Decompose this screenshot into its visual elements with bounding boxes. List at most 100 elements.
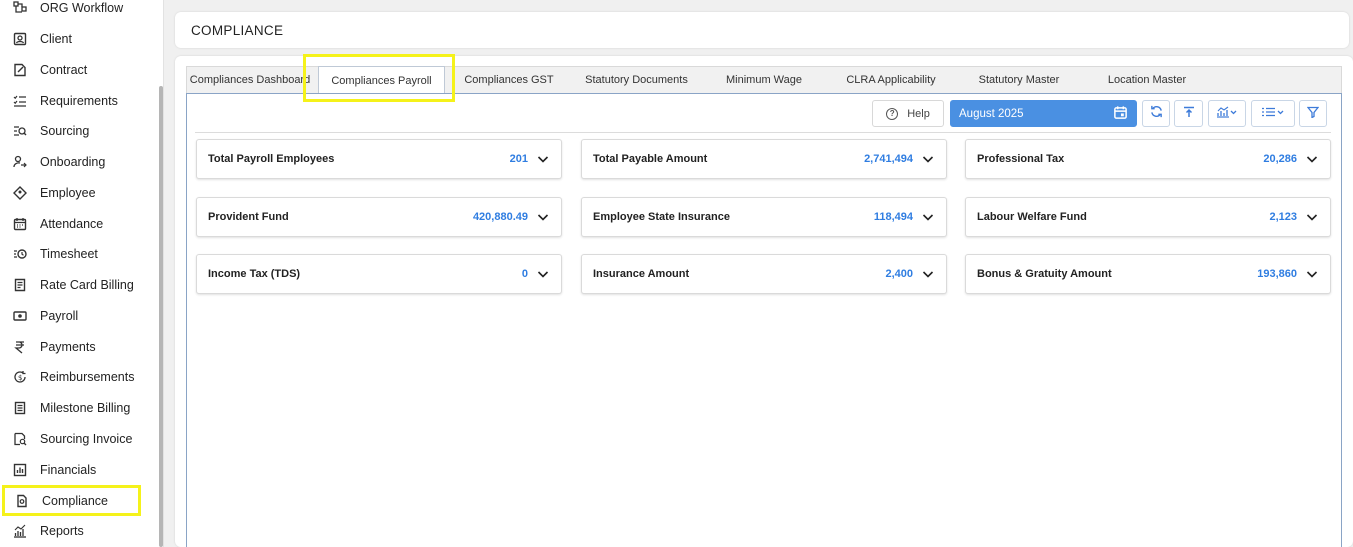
calendar-icon — [1113, 105, 1128, 123]
sourcing-icon — [13, 124, 27, 138]
invoice-icon — [13, 432, 27, 446]
sidebar-item-reports[interactable]: Reports — [0, 517, 160, 545]
contract-icon — [13, 63, 27, 77]
sidebar-item-contract[interactable]: Contract — [0, 56, 160, 84]
sidebar-item-financials[interactable]: Financials — [0, 456, 160, 484]
client-icon — [13, 32, 27, 46]
card-value: 193,860 — [1257, 268, 1297, 280]
sidebar-item-timesheet[interactable]: Timesheet — [0, 240, 160, 268]
sidebar-item-sourcing[interactable]: Sourcing — [0, 117, 160, 145]
tab-label: Location Master — [1107, 74, 1187, 86]
tab-compliances-payroll[interactable]: Compliances Payroll — [318, 66, 445, 94]
card-value: 20,286 — [1263, 153, 1297, 165]
sidebar-item-label: Contract — [40, 63, 88, 77]
period-value: August 2025 — [959, 107, 1024, 120]
list-menu-button[interactable] — [1251, 100, 1295, 127]
chart-icon — [1216, 105, 1238, 123]
card-value: 0 — [521, 268, 528, 280]
tab-compliances-dashboard[interactable]: Compliances Dashboard — [187, 67, 313, 93]
sidebar-item-label: Client — [40, 32, 72, 46]
tab-label: Minimum Wage — [726, 74, 802, 86]
card-provident-fund[interactable]: Provident Fund 420,880.49 — [196, 197, 562, 237]
sidebar-item-label: Employee — [40, 186, 96, 200]
tab-label: Statutory Documents — [585, 74, 688, 86]
tab-label: Statutory Master — [978, 74, 1060, 86]
sidebar-item-payments[interactable]: Payments — [0, 333, 160, 361]
chevron-down-icon — [537, 156, 549, 163]
sidebar-item-label: Financials — [40, 463, 97, 477]
requirements-icon — [13, 94, 27, 108]
sidebar-item-reimbursements[interactable]: $ Reimbursements — [0, 363, 160, 391]
sidebar-item-label: Rate Card Billing — [40, 278, 134, 292]
card-label: Bonus & Gratuity Amount — [977, 268, 1112, 280]
compliance-icon — [15, 494, 29, 508]
card-label: Professional Tax — [977, 153, 1065, 165]
period-picker[interactable]: August 2025 — [950, 100, 1137, 127]
upload-icon — [1183, 105, 1195, 123]
sidebar-item-label: Reports — [40, 524, 84, 538]
payroll-icon — [13, 309, 27, 323]
help-button[interactable]: ? Help — [872, 100, 944, 127]
sidebar-item-label: Payments — [40, 340, 96, 354]
card-label: Income Tax (TDS) — [208, 268, 301, 280]
calendar-icon — [13, 217, 27, 231]
card-professional-tax[interactable]: Professional Tax 20,286 — [965, 139, 1331, 179]
card-value: 118,494 — [873, 211, 913, 223]
sidebar-item-payroll[interactable]: Payroll — [0, 302, 160, 330]
reports-icon — [13, 524, 27, 538]
sidebar-item-label: Onboarding — [40, 155, 106, 169]
list-icon — [1261, 105, 1285, 123]
card-label: Insurance Amount — [593, 268, 690, 280]
card-value: 2,123 — [1269, 211, 1297, 223]
card-label: Employee State Insurance — [593, 211, 730, 223]
sidebar-item-onboarding[interactable]: Onboarding — [0, 148, 160, 176]
tab-statutory-documents[interactable]: Statutory Documents — [575, 67, 698, 93]
onboarding-icon — [13, 155, 27, 169]
sidebar-item-org-workflow[interactable]: ORG Workflow — [0, 0, 160, 22]
tab-compliances-gst[interactable]: Compliances GST — [455, 67, 563, 93]
tab-minimum-wage[interactable]: Minimum Wage — [712, 67, 816, 93]
card-total-payable-amount[interactable]: Total Payable Amount 2,741,494 — [581, 139, 947, 179]
card-value: 2,741,494 — [864, 153, 913, 165]
rate-card-icon — [13, 278, 27, 292]
sidebar-item-label: Milestone Billing — [40, 401, 131, 415]
sidebar-item-label: Compliance — [42, 493, 109, 508]
sidebar-item-label: ORG Workflow — [40, 1, 124, 15]
sidebar: ORG Workflow Client Contract Requirement… — [0, 0, 164, 547]
chart-menu-button[interactable] — [1208, 100, 1246, 127]
sidebar-item-client[interactable]: Client — [0, 25, 160, 53]
sidebar-item-label: Reimbursements — [40, 370, 135, 384]
sidebar-item-sourcing-invoice[interactable]: Sourcing Invoice — [0, 425, 160, 453]
card-total-payroll-employees[interactable]: Total Payroll Employees 201 — [196, 139, 562, 179]
card-income-tax-tds[interactable]: Income Tax (TDS) 0 — [196, 254, 562, 294]
tab-clra-applicability[interactable]: CLRA Applicability — [832, 67, 950, 93]
tab-label: Compliances GST — [464, 74, 554, 86]
tab-statutory-master[interactable]: Statutory Master — [962, 67, 1076, 93]
sidebar-item-attendance[interactable]: Attendance — [0, 210, 160, 238]
toolbar-divider — [195, 132, 1331, 133]
chevron-down-icon — [1306, 214, 1318, 221]
sidebar-item-compliance[interactable]: Compliance — [2, 485, 141, 516]
reimbursement-icon: $ — [13, 370, 27, 384]
refresh-button[interactable] — [1142, 100, 1170, 127]
card-bonus-gratuity-amount[interactable]: Bonus & Gratuity Amount 193,860 — [965, 254, 1331, 294]
upload-button[interactable] — [1174, 100, 1203, 127]
sidebar-item-label: Sourcing — [40, 124, 90, 138]
card-labour-welfare-fund[interactable]: Labour Welfare Fund 2,123 — [965, 197, 1331, 237]
sidebar-item-milestone-billing[interactable]: Milestone Billing — [0, 394, 160, 422]
financials-icon — [13, 463, 27, 477]
rupee-icon — [13, 340, 27, 354]
card-insurance-amount[interactable]: Insurance Amount 2,400 — [581, 254, 947, 294]
sidebar-item-rate-card-billing[interactable]: Rate Card Billing — [0, 271, 160, 299]
sidebar-item-label: Sourcing Invoice — [40, 432, 133, 446]
page-title: COMPLIANCE — [191, 22, 284, 38]
card-label: Labour Welfare Fund — [977, 211, 1087, 223]
filter-button[interactable] — [1299, 100, 1327, 127]
sidebar-item-employee[interactable]: Employee — [0, 179, 160, 207]
sidebar-scrollbar[interactable] — [159, 86, 163, 547]
tab-location-master[interactable]: Location Master — [1092, 67, 1202, 93]
chevron-down-icon — [1306, 271, 1318, 278]
employee-icon — [13, 186, 27, 200]
sidebar-item-requirements[interactable]: Requirements — [0, 87, 160, 115]
card-employee-state-insurance[interactable]: Employee State Insurance 118,494 — [581, 197, 947, 237]
